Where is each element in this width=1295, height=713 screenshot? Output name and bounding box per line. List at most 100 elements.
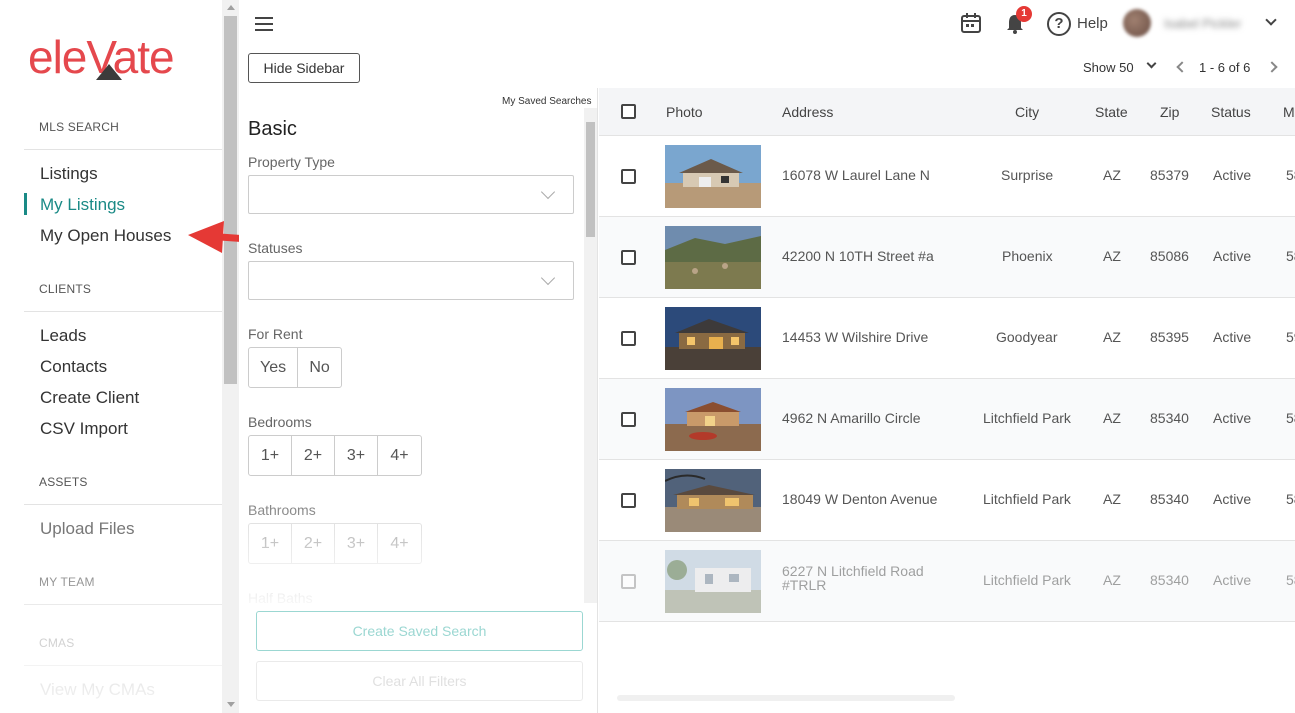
create-saved-search-button[interactable]: Create Saved Search [256, 611, 583, 651]
table-row[interactable]: 14453 W Wilshire Drive Goodyear AZ 85395… [599, 298, 1295, 379]
column-header-city[interactable]: City [1015, 104, 1039, 120]
listing-photo[interactable] [665, 469, 761, 532]
my-saved-searches-link[interactable]: My Saved Searches [502, 96, 592, 107]
avatar[interactable] [1123, 9, 1151, 37]
status-cell: Active [1213, 572, 1252, 588]
page-range: 1 - 6 of 6 [1199, 60, 1251, 75]
listing-photo[interactable] [665, 550, 761, 613]
row-checkbox[interactable] [621, 169, 636, 184]
property-type-label: Property Type [248, 154, 335, 170]
listings-table: Photo Address City State Zip Status M 16… [599, 88, 1295, 713]
bathrooms-label: Bathrooms [248, 502, 316, 518]
help-link[interactable]: Help [1077, 15, 1108, 32]
row-checkbox[interactable] [621, 493, 636, 508]
more-cell: 583 [1286, 167, 1295, 183]
chevron-left-icon[interactable] [1176, 61, 1188, 73]
nav-section-mls-search: MLS SEARCH [39, 120, 120, 134]
bedrooms-4plus-button[interactable]: 4+ [378, 436, 421, 475]
nav-section-clients: CLIENTS [39, 282, 92, 296]
row-checkbox[interactable] [621, 412, 636, 427]
statuses-select[interactable] [248, 261, 574, 300]
status-cell: Active [1213, 248, 1252, 264]
row-checkbox[interactable] [621, 250, 636, 265]
user-name[interactable]: Isabel Pickler [1164, 16, 1241, 31]
bedrooms-1plus-button[interactable]: 1+ [249, 436, 292, 475]
clear-all-filters-button[interactable]: Clear All Filters [256, 661, 583, 701]
status-cell: Active [1213, 410, 1252, 426]
bathrooms-4plus-button[interactable]: 4+ [378, 524, 421, 563]
filter-panel: My Saved Searches Basic Property Type St… [239, 88, 598, 713]
listing-photo[interactable] [665, 388, 761, 451]
table-horizontal-scrollbar[interactable] [617, 695, 955, 701]
help-icon[interactable]: ? [1047, 12, 1071, 36]
left-navigation: eleVate MLS SEARCH Listings My Listings … [0, 0, 222, 713]
divider [24, 311, 222, 312]
city-cell: Litchfield Park [983, 491, 1071, 507]
column-header-status[interactable]: Status [1211, 104, 1251, 120]
column-header-address[interactable]: Address [782, 104, 833, 120]
nav-item-listings[interactable]: Listings [40, 164, 98, 184]
menu-icon[interactable] [255, 17, 273, 35]
filter-scrollbar[interactable] [584, 108, 597, 603]
address-unit-cell: #TRLR [782, 577, 827, 593]
nav-item-view-my-cmas[interactable]: View My CMAs [40, 680, 155, 700]
column-header-more[interactable]: M [1283, 104, 1295, 120]
zip-cell: 85379 [1150, 167, 1189, 183]
chevron-down-icon [540, 184, 556, 200]
column-header-state[interactable]: State [1095, 104, 1128, 120]
table-row[interactable]: 18049 W Denton Avenue Litchfield Park AZ… [599, 460, 1295, 541]
nav-item-leads[interactable]: Leads [40, 326, 86, 346]
column-header-zip[interactable]: Zip [1160, 104, 1179, 120]
for-rent-toggle: Yes No [248, 347, 343, 388]
listing-photo[interactable] [665, 307, 761, 370]
state-cell: AZ [1103, 329, 1121, 345]
calendar-icon[interactable] [960, 12, 982, 34]
nav-item-csv-import[interactable]: CSV Import [40, 419, 128, 439]
bedrooms-2plus-button[interactable]: 2+ [292, 436, 335, 475]
nav-scrollbar-thumb[interactable] [224, 16, 237, 384]
status-cell: Active [1213, 329, 1252, 345]
zip-cell: 85340 [1150, 572, 1189, 588]
nav-scrollbar[interactable] [222, 0, 239, 713]
row-checkbox[interactable] [621, 331, 636, 346]
chevron-down-icon[interactable] [1146, 58, 1157, 69]
nav-item-my-open-houses[interactable]: My Open Houses [40, 226, 171, 246]
bathrooms-2plus-button[interactable]: 2+ [292, 524, 335, 563]
nav-item-my-listings[interactable]: My Listings [40, 195, 125, 215]
divider [24, 604, 222, 605]
scroll-down-arrow-icon[interactable] [227, 702, 235, 707]
more-cell: 589 [1286, 572, 1295, 588]
bathrooms-1plus-button[interactable]: 1+ [249, 524, 292, 563]
select-all-checkbox[interactable] [621, 104, 636, 119]
hide-sidebar-button[interactable]: Hide Sidebar [248, 53, 360, 83]
table-row[interactable]: 16078 W Laurel Lane N Surprise AZ 85379 … [599, 136, 1295, 217]
column-header-photo[interactable]: Photo [666, 104, 703, 120]
nav-item-contacts[interactable]: Contacts [40, 357, 107, 377]
nav-item-create-client[interactable]: Create Client [40, 388, 139, 408]
listing-photo[interactable] [665, 226, 761, 289]
listing-photo[interactable] [665, 145, 761, 208]
state-cell: AZ [1103, 248, 1121, 264]
table-row[interactable]: 6227 N Litchfield Road #TRLR Litchfield … [599, 541, 1295, 622]
zip-cell: 85395 [1150, 329, 1189, 345]
show-per-page-select[interactable]: Show 50 [1083, 60, 1134, 75]
for-rent-label: For Rent [248, 326, 303, 342]
scroll-up-arrow-icon[interactable] [227, 5, 235, 10]
for-rent-no-button[interactable]: No [298, 348, 341, 387]
bedrooms-label: Bedrooms [248, 414, 312, 430]
bathrooms-3plus-button[interactable]: 3+ [335, 524, 378, 563]
for-rent-yes-button[interactable]: Yes [249, 348, 299, 387]
nav-item-upload-files[interactable]: Upload Files [40, 519, 135, 539]
table-row[interactable]: 42200 N 10TH Street #a Phoenix AZ 85086 … [599, 217, 1295, 298]
state-cell: AZ [1103, 491, 1121, 507]
chevron-right-icon[interactable] [1266, 61, 1278, 73]
chevron-down-icon[interactable] [1265, 14, 1277, 26]
filter-scrollbar-thumb[interactable] [586, 122, 595, 237]
more-cell: 586 [1286, 410, 1295, 426]
bedrooms-3plus-button[interactable]: 3+ [335, 436, 378, 475]
row-checkbox[interactable] [621, 574, 636, 589]
table-row[interactable]: Litchfield Park 4962 N Amarillo Circle A… [599, 379, 1295, 460]
property-type-select[interactable] [248, 175, 574, 214]
bathrooms-toggle: 1+ 2+ 3+ 4+ [248, 523, 422, 564]
status-cell: Active [1213, 491, 1252, 507]
